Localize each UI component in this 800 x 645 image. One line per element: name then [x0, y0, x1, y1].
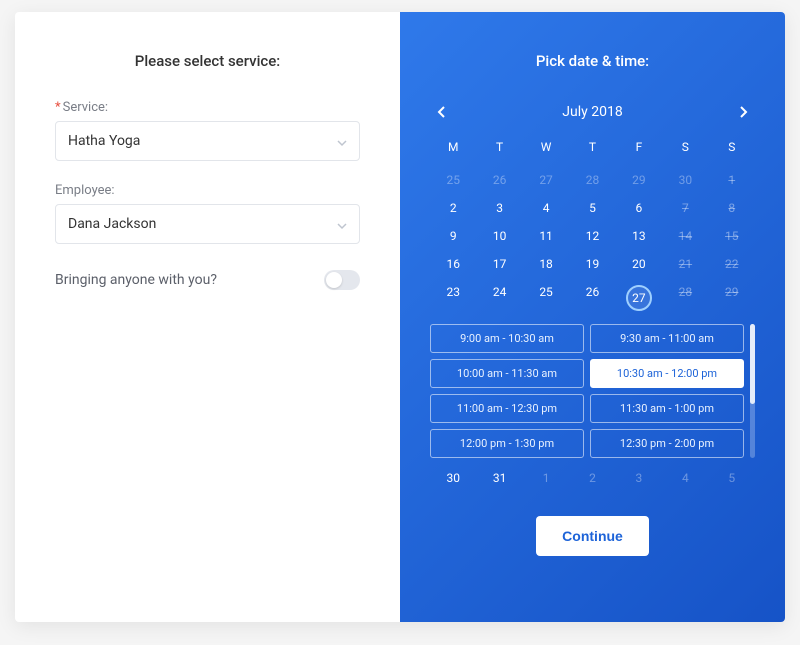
calendar-day: 1 — [709, 166, 755, 194]
timeslot[interactable]: 9:30 am - 11:00 am — [590, 324, 744, 353]
right-panel: Pick date & time: July 2018 MTWTFSS 2526… — [400, 12, 785, 622]
day-of-week-row: MTWTFSS — [430, 134, 755, 160]
scrollbar-thumb — [750, 324, 755, 404]
calendar-day: 15 — [709, 222, 755, 250]
prev-month-button[interactable] — [430, 100, 454, 124]
timeslots-grid: 9:00 am - 10:30 am9:30 am - 11:00 am10:0… — [430, 324, 744, 458]
calendar-day: 2 — [569, 464, 615, 492]
continue-button[interactable]: Continue — [536, 516, 649, 556]
calendar-day: 3 — [616, 464, 662, 492]
employee-field: Employee: Dana Jackson — [55, 183, 360, 244]
calendar-day[interactable]: 5 — [569, 194, 615, 222]
left-panel: Please select service: *Service: Hatha Y… — [15, 12, 400, 622]
calendar-day: 21 — [662, 250, 708, 278]
calendar-day[interactable]: 4 — [523, 194, 569, 222]
dow-label: T — [569, 134, 615, 160]
service-section-title: Please select service: — [55, 52, 360, 70]
calendar-day[interactable]: 19 — [569, 250, 615, 278]
calendar-header: July 2018 — [430, 100, 755, 124]
calendar-day[interactable]: 13 — [616, 222, 662, 250]
calendar-day[interactable]: 6 — [616, 194, 662, 222]
dow-label: S — [662, 134, 708, 160]
dow-label: S — [709, 134, 755, 160]
calendar-day[interactable]: 12 — [569, 222, 615, 250]
timeslot[interactable]: 12:00 pm - 1:30 pm — [430, 429, 584, 458]
service-select[interactable]: Hatha Yoga — [55, 121, 360, 161]
calendar-day: 5 — [709, 464, 755, 492]
employee-select-value: Dana Jackson — [68, 216, 156, 232]
dow-label: T — [476, 134, 522, 160]
calendar-day[interactable]: 10 — [476, 222, 522, 250]
dow-label: W — [523, 134, 569, 160]
calendar-day[interactable]: 25 — [523, 278, 569, 318]
calendar-day[interactable]: 2 — [430, 194, 476, 222]
calendar-day: 8 — [709, 194, 755, 222]
calendar-day[interactable]: 24 — [476, 278, 522, 318]
calendar-day: 29 — [616, 166, 662, 194]
booking-card: Please select service: *Service: Hatha Y… — [15, 12, 785, 622]
service-field: *Service: Hatha Yoga — [55, 100, 360, 161]
service-label: *Service: — [55, 100, 360, 115]
timeslot[interactable]: 11:00 am - 12:30 pm — [430, 394, 584, 423]
calendar-day[interactable]: 23 — [430, 278, 476, 318]
calendar-day: 7 — [662, 194, 708, 222]
dow-label: M — [430, 134, 476, 160]
calendar-day[interactable]: 16 — [430, 250, 476, 278]
timeslot[interactable]: 10:00 am - 11:30 am — [430, 359, 584, 388]
calendar-day: 27 — [523, 166, 569, 194]
calendar-day[interactable]: 26 — [569, 278, 615, 318]
dow-label: F — [616, 134, 662, 160]
bringing-anyone-toggle[interactable] — [324, 270, 360, 290]
calendar-day[interactable]: 20 — [616, 250, 662, 278]
toggle-knob — [326, 272, 342, 288]
calendar-day[interactable]: 11 — [523, 222, 569, 250]
calendar-day: 1 — [523, 464, 569, 492]
calendar-day[interactable]: 31 — [476, 464, 522, 492]
calendar-day: 4 — [662, 464, 708, 492]
calendar-day: 28 — [569, 166, 615, 194]
calendar-day: 26 — [476, 166, 522, 194]
calendar-day: 29 — [709, 278, 755, 318]
calendar-day[interactable]: 30 — [430, 464, 476, 492]
calendar-day[interactable]: 3 — [476, 194, 522, 222]
service-select-value: Hatha Yoga — [68, 133, 140, 149]
timeslot[interactable]: 11:30 am - 1:00 pm — [590, 394, 744, 423]
bringing-anyone-label: Bringing anyone with you? — [55, 272, 217, 288]
calendar-day: 28 — [662, 278, 708, 318]
required-mark: * — [55, 100, 61, 115]
datetime-section-title: Pick date & time: — [536, 52, 649, 70]
calendar-grid: 2526272829301234567891011121314151617181… — [430, 166, 755, 318]
timeslot[interactable]: 9:00 am - 10:30 am — [430, 324, 584, 353]
timeslots-scrollbar[interactable] — [750, 324, 755, 458]
employee-label: Employee: — [55, 183, 360, 198]
calendar-day: 22 — [709, 250, 755, 278]
timeslot[interactable]: 10:30 am - 12:00 pm — [590, 359, 744, 388]
next-month-button[interactable] — [731, 100, 755, 124]
calendar-grid-trailing: 303112345 — [430, 464, 755, 492]
calendar-day: 25 — [430, 166, 476, 194]
calendar-day[interactable]: 27 — [616, 278, 662, 318]
chevron-down-icon — [337, 219, 347, 229]
calendar-day[interactable]: 9 — [430, 222, 476, 250]
timeslot[interactable]: 12:30 pm - 2:00 pm — [590, 429, 744, 458]
employee-select[interactable]: Dana Jackson — [55, 204, 360, 244]
calendar-day[interactable]: 17 — [476, 250, 522, 278]
timeslots-container: 9:00 am - 10:30 am9:30 am - 11:00 am10:0… — [430, 324, 755, 458]
chevron-down-icon — [337, 136, 347, 146]
calendar-day[interactable]: 18 — [523, 250, 569, 278]
calendar-day: 14 — [662, 222, 708, 250]
bringing-anyone-row: Bringing anyone with you? — [55, 270, 360, 290]
calendar-day: 30 — [662, 166, 708, 194]
month-year-label: July 2018 — [562, 104, 622, 120]
